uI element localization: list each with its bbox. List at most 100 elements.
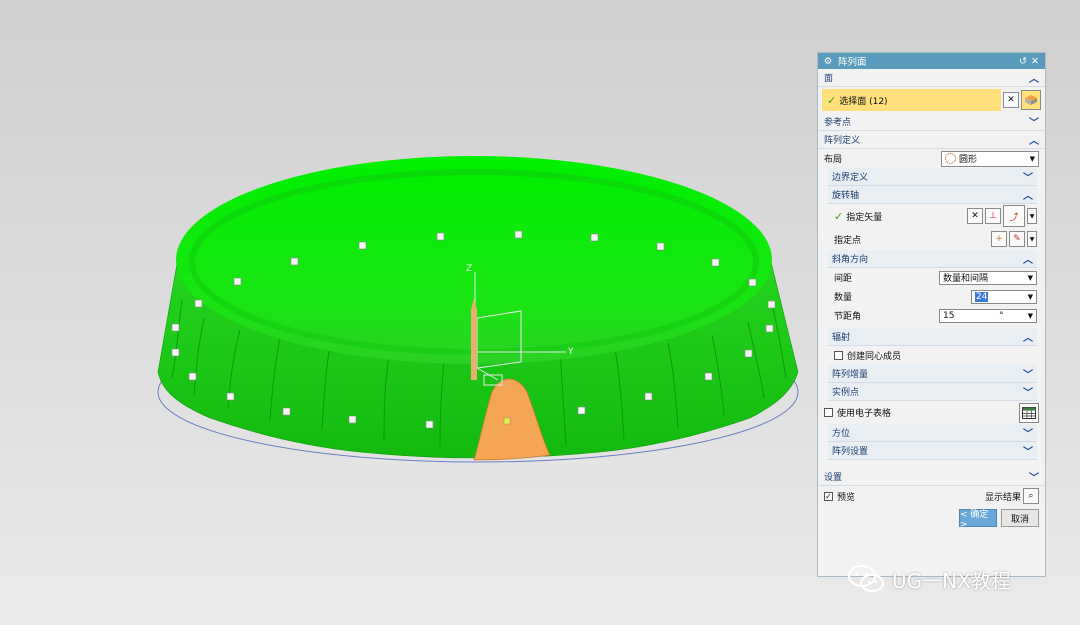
subsection-array-increment[interactable]: 阵列增量 ﹀ <box>828 365 1037 383</box>
section-settings-label: 设置 <box>824 473 843 483</box>
count-row: 数量 24 ▼ <box>818 287 1045 306</box>
specify-vector-row[interactable]: ✓ 指定矢量 ✕ ⊥ ⤴ ▼ <box>818 204 1045 228</box>
angle-direction-label: 斜角方向 <box>832 255 869 265</box>
pitch-angle-unit: ° <box>999 310 1004 321</box>
use-spreadsheet-row[interactable]: 使用电子表格 <box>818 401 1045 424</box>
magnifier-icon[interactable]: ⌕ <box>1023 488 1039 504</box>
chevron-down-icon[interactable]: ﹀ <box>1023 425 1033 440</box>
section-ref-point-label: 参考点 <box>824 118 852 128</box>
pitch-angle-value: 15 <box>943 310 955 321</box>
orientation-label: 方位 <box>832 429 851 439</box>
section-reference-point[interactable]: 参考点 ﹀ <box>818 113 1045 131</box>
watermark-text: UG一NX教程 <box>892 568 1011 593</box>
spacing-value: 数量和间隔 <box>943 274 989 284</box>
chevron-up-icon[interactable]: ︿ <box>1023 329 1033 344</box>
face-select-icon[interactable] <box>1021 90 1041 110</box>
section-settings[interactable]: 设置 ﹀ <box>818 468 1045 486</box>
checkmark-icon: ✓ <box>834 209 844 223</box>
subsection-rotation-axis[interactable]: 旋转轴 ︿ <box>828 186 1037 204</box>
subsection-boundary[interactable]: 边界定义 ﹀ <box>828 168 1037 186</box>
watermark: UG一NX教程 <box>846 562 1011 596</box>
use-spreadsheet-checkbox[interactable] <box>824 408 833 417</box>
select-face-row[interactable]: ✓ 选择面 (12) ✕ <box>822 89 1041 111</box>
specify-point-row[interactable]: 指定点 + ✎ ▼ <box>818 228 1045 250</box>
axis-y-label: Y <box>567 347 574 357</box>
action-buttons-row: < 确定 > 取消 <box>818 506 1045 530</box>
array-increment-label: 阵列增量 <box>832 370 869 380</box>
chevron-up-icon[interactable]: ︿ <box>1023 251 1033 266</box>
use-spreadsheet-label: 使用电子表格 <box>837 409 892 419</box>
chevron-up-icon[interactable]: ︿ <box>1029 132 1039 147</box>
vector-dropdown-icon[interactable]: ▼ <box>1027 208 1037 224</box>
subsection-radial[interactable]: 辐射 ︿ <box>828 328 1037 346</box>
specify-vector-label: 指定矢量 <box>846 212 883 223</box>
layout-value: 圆形 <box>959 155 978 165</box>
gear-icon[interactable]: ⚙ <box>822 56 834 67</box>
count-label: 数量 <box>834 293 853 303</box>
vector-dialog-icon[interactable]: ⊥ <box>985 208 1001 224</box>
wechat-icon <box>848 565 884 592</box>
dialog-title: 阵列面 <box>838 57 867 68</box>
create-concentric-label: 创建同心成员 <box>847 352 902 362</box>
chevron-up-icon[interactable]: ︿ <box>1023 187 1033 202</box>
axis-z-label: Z <box>466 264 472 274</box>
show-result-label: 显示结果 <box>984 492 1021 503</box>
section-array-def-label: 阵列定义 <box>824 136 861 146</box>
instance-point-label: 实例点 <box>832 388 860 398</box>
dropdown-arrow-icon: ▼ <box>1027 273 1033 282</box>
layout-row: 布局 圆形 ▼ <box>818 149 1045 168</box>
dropdown-arrow-icon: ▼ <box>1027 292 1033 301</box>
spacing-dropdown[interactable]: 数量和间隔 ▼ <box>939 270 1037 285</box>
dialog-titlebar: ⚙ 阵列面 ↺ ✕ <box>818 53 1045 69</box>
select-face-label: 选择面 (12) <box>839 96 888 107</box>
count-input[interactable]: 24 ▼ <box>971 289 1037 304</box>
subsection-array-settings[interactable]: 阵列设置 ﹀ <box>828 442 1037 460</box>
layout-label: 布局 <box>824 155 843 165</box>
section-array-definition[interactable]: 阵列定义 ︿ <box>818 131 1045 149</box>
checkmark-icon: ✓ <box>827 93 837 107</box>
count-value: 24 <box>975 291 989 302</box>
array-settings-label: 阵列设置 <box>832 447 869 457</box>
create-concentric-checkbox[interactable] <box>834 351 843 360</box>
preview-row: ✓ 预览 显示结果 ⌕ <box>818 486 1045 506</box>
spacing-row: 间距 数量和间隔 ▼ <box>818 268 1045 287</box>
section-face-label: 面 <box>824 74 834 84</box>
layout-dropdown[interactable]: 圆形 ▼ <box>941 150 1039 167</box>
point-dialog-icon[interactable]: + <box>991 231 1007 247</box>
create-concentric-row[interactable]: 创建同心成员 <box>818 346 1045 365</box>
circle-layout-icon <box>945 153 956 164</box>
chevron-down-icon[interactable]: ﹀ <box>1023 169 1033 184</box>
subsection-instance-point[interactable]: 实例点 ﹀ <box>828 383 1037 401</box>
ok-button[interactable]: < 确定 > <box>959 509 997 530</box>
close-icon[interactable]: ✕ <box>1029 56 1041 67</box>
preview-checkbox[interactable]: ✓ <box>824 491 833 501</box>
point-dropdown-icon[interactable]: ▼ <box>1027 231 1037 247</box>
chevron-up-icon[interactable]: ︿ <box>1029 70 1039 85</box>
pitch-angle-input[interactable]: 15 ° ▼ <box>939 308 1037 323</box>
point-type-icon[interactable]: ✎ <box>1009 231 1025 247</box>
deselect-icon[interactable]: ✕ <box>1003 92 1019 108</box>
chevron-down-icon[interactable]: ﹀ <box>1029 114 1039 129</box>
chevron-down-icon[interactable]: ﹀ <box>1029 469 1039 484</box>
subsection-orientation[interactable]: 方位 ﹀ <box>828 424 1037 442</box>
subsection-angle-direction[interactable]: 斜角方向 ︿ <box>828 250 1037 268</box>
pitch-angle-label: 节距角 <box>834 312 862 322</box>
chevron-down-icon[interactable]: ﹀ <box>1023 443 1033 458</box>
pitch-angle-row: 节距角 15 ° ▼ <box>818 306 1045 325</box>
chevron-down-icon[interactable]: ﹀ <box>1023 366 1033 381</box>
rotation-axis-vector <box>471 298 477 380</box>
section-face[interactable]: 面 ︿ <box>818 69 1045 87</box>
preview-label: 预览 <box>837 492 856 503</box>
specify-point-label: 指定点 <box>834 235 862 246</box>
radial-label: 辐射 <box>832 333 851 343</box>
spreadsheet-icon[interactable] <box>1019 402 1039 423</box>
vector-type-icon[interactable]: ⤴ <box>1003 205 1025 227</box>
cancel-button[interactable]: 取消 <box>1001 509 1039 527</box>
chevron-down-icon[interactable]: ﹀ <box>1023 384 1033 399</box>
reverse-vector-icon[interactable]: ✕ <box>967 208 983 224</box>
rotation-axis-label: 旋转轴 <box>832 191 860 201</box>
selected-face-marker <box>503 417 511 425</box>
reset-icon[interactable]: ↺ <box>1017 56 1029 67</box>
dropdown-arrow-icon: ▼ <box>1029 154 1035 163</box>
dropdown-arrow-icon: ▼ <box>1027 311 1033 320</box>
